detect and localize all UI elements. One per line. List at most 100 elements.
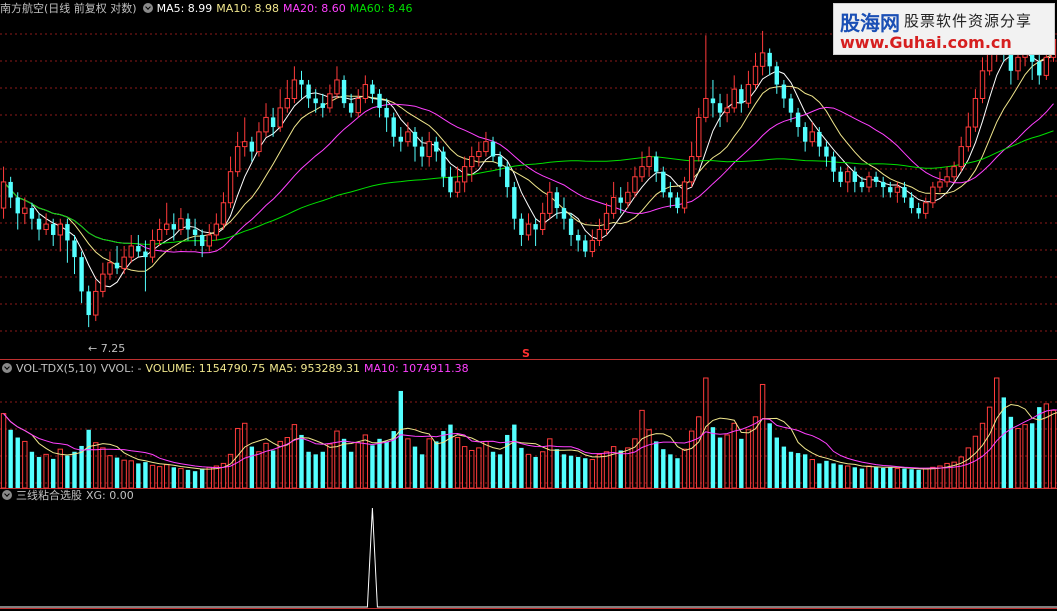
candle-body	[164, 223, 170, 231]
volume-bar	[866, 465, 872, 489]
volume-bar	[86, 429, 91, 488]
indicator-name[interactable]: 三线粘合选股	[16, 489, 82, 502]
candle-body	[951, 166, 957, 178]
candle-body	[107, 262, 113, 275]
volume-bar	[57, 448, 63, 489]
candle-body	[724, 107, 730, 114]
volume-bar	[51, 458, 56, 488]
candle-body	[291, 79, 298, 99]
volume-bar	[554, 449, 560, 488]
chart-canvas[interactable]	[0, 0, 1057, 611]
volume-bars	[0, 377, 1057, 489]
candle-body	[1037, 61, 1042, 76]
xg-readout: XG: 0.00	[86, 489, 134, 502]
candle-body	[894, 186, 901, 193]
volume-bar	[512, 424, 517, 488]
candle-body	[639, 166, 645, 178]
candle-body	[902, 187, 907, 198]
candle-body	[227, 171, 234, 204]
candle-body	[739, 89, 744, 104]
volume-bar	[164, 464, 170, 489]
volume-bar	[185, 469, 191, 488]
volume-ma5-readout: MA5: 953289.31	[269, 362, 360, 375]
settings-toggle-icon[interactable]	[142, 3, 153, 13]
volume-ma10-readout: MA10: 1074911.38	[363, 362, 469, 375]
candle-body	[57, 223, 63, 236]
volume-indicator-name[interactable]: VOL-TDX(5,10)	[16, 362, 97, 375]
candle-body	[412, 131, 418, 147]
volume-bar	[668, 454, 673, 488]
volume-bar	[838, 464, 843, 488]
ma20-readout: MA20: 8.60	[283, 2, 346, 15]
volume-bar	[334, 430, 340, 489]
volume-bar	[809, 459, 815, 489]
candle-body	[646, 156, 652, 168]
volume-bar	[916, 469, 921, 488]
candle-body	[610, 197, 617, 214]
candle-body	[625, 191, 631, 204]
volume-bar	[902, 468, 907, 488]
candle-body	[199, 234, 205, 246]
volume-bar	[143, 462, 148, 488]
candle-body	[114, 262, 120, 269]
candle-body	[767, 52, 772, 67]
candle-body	[589, 239, 596, 253]
price-grid	[0, 33, 1057, 360]
candle-body	[15, 197, 20, 214]
candle-body	[859, 181, 865, 188]
candle-body	[717, 103, 723, 113]
candle-body	[483, 141, 489, 153]
volume-bar	[441, 431, 446, 488]
volume-toggle-icon[interactable]	[2, 363, 12, 373]
candle-body	[213, 223, 220, 236]
volume-bar	[568, 455, 574, 488]
volume-bar	[937, 465, 943, 489]
volume-bar	[8, 429, 13, 488]
candle-body	[817, 131, 822, 147]
candle-body	[788, 98, 794, 113]
volume-bar	[817, 463, 822, 488]
volume-bar	[426, 438, 432, 489]
volume-bar	[717, 437, 723, 488]
candle-body	[965, 126, 972, 148]
candle-body	[838, 171, 843, 182]
candle-body	[866, 176, 872, 188]
candle-body	[681, 181, 688, 209]
volume-bar	[688, 430, 695, 489]
candle-body	[100, 273, 106, 292]
candle-body	[454, 181, 461, 193]
indicator-toggle-icon[interactable]	[2, 490, 12, 500]
volume-bar	[476, 447, 482, 489]
volume-bar	[965, 447, 972, 489]
candle-body	[441, 151, 446, 177]
volume-bar	[852, 467, 858, 488]
candle-body	[1043, 56, 1050, 76]
candle-body	[327, 93, 333, 109]
volume-bar	[249, 446, 255, 488]
volume-header: VOL-TDX(5,10) VVOL: - VOLUME: 1154790.75 MA…	[0, 362, 473, 376]
volume-bar	[994, 377, 1000, 489]
volume-bar	[618, 450, 623, 488]
volume-bar	[788, 451, 794, 488]
stock-title[interactable]: 南方航空(日线 前复权 对数)	[0, 2, 137, 15]
candle-body	[781, 84, 787, 99]
candle-body	[752, 65, 759, 86]
candle-body	[348, 103, 354, 113]
volume-bar	[490, 451, 496, 488]
candle-body	[341, 79, 347, 104]
candle-body	[185, 218, 191, 230]
volume-bar	[923, 468, 929, 489]
candle-body	[93, 290, 99, 316]
volume-bar	[831, 463, 836, 488]
candle-body	[561, 208, 567, 219]
candle-body	[972, 97, 979, 128]
volume-bar	[72, 451, 77, 488]
volume-bar	[206, 466, 212, 489]
volume-bar	[589, 459, 596, 489]
candle-body	[802, 127, 808, 142]
candle-body	[86, 291, 91, 316]
candle-body	[710, 98, 716, 104]
volume-bar	[661, 449, 666, 488]
candle-body	[490, 141, 496, 157]
candle-body	[596, 229, 603, 241]
